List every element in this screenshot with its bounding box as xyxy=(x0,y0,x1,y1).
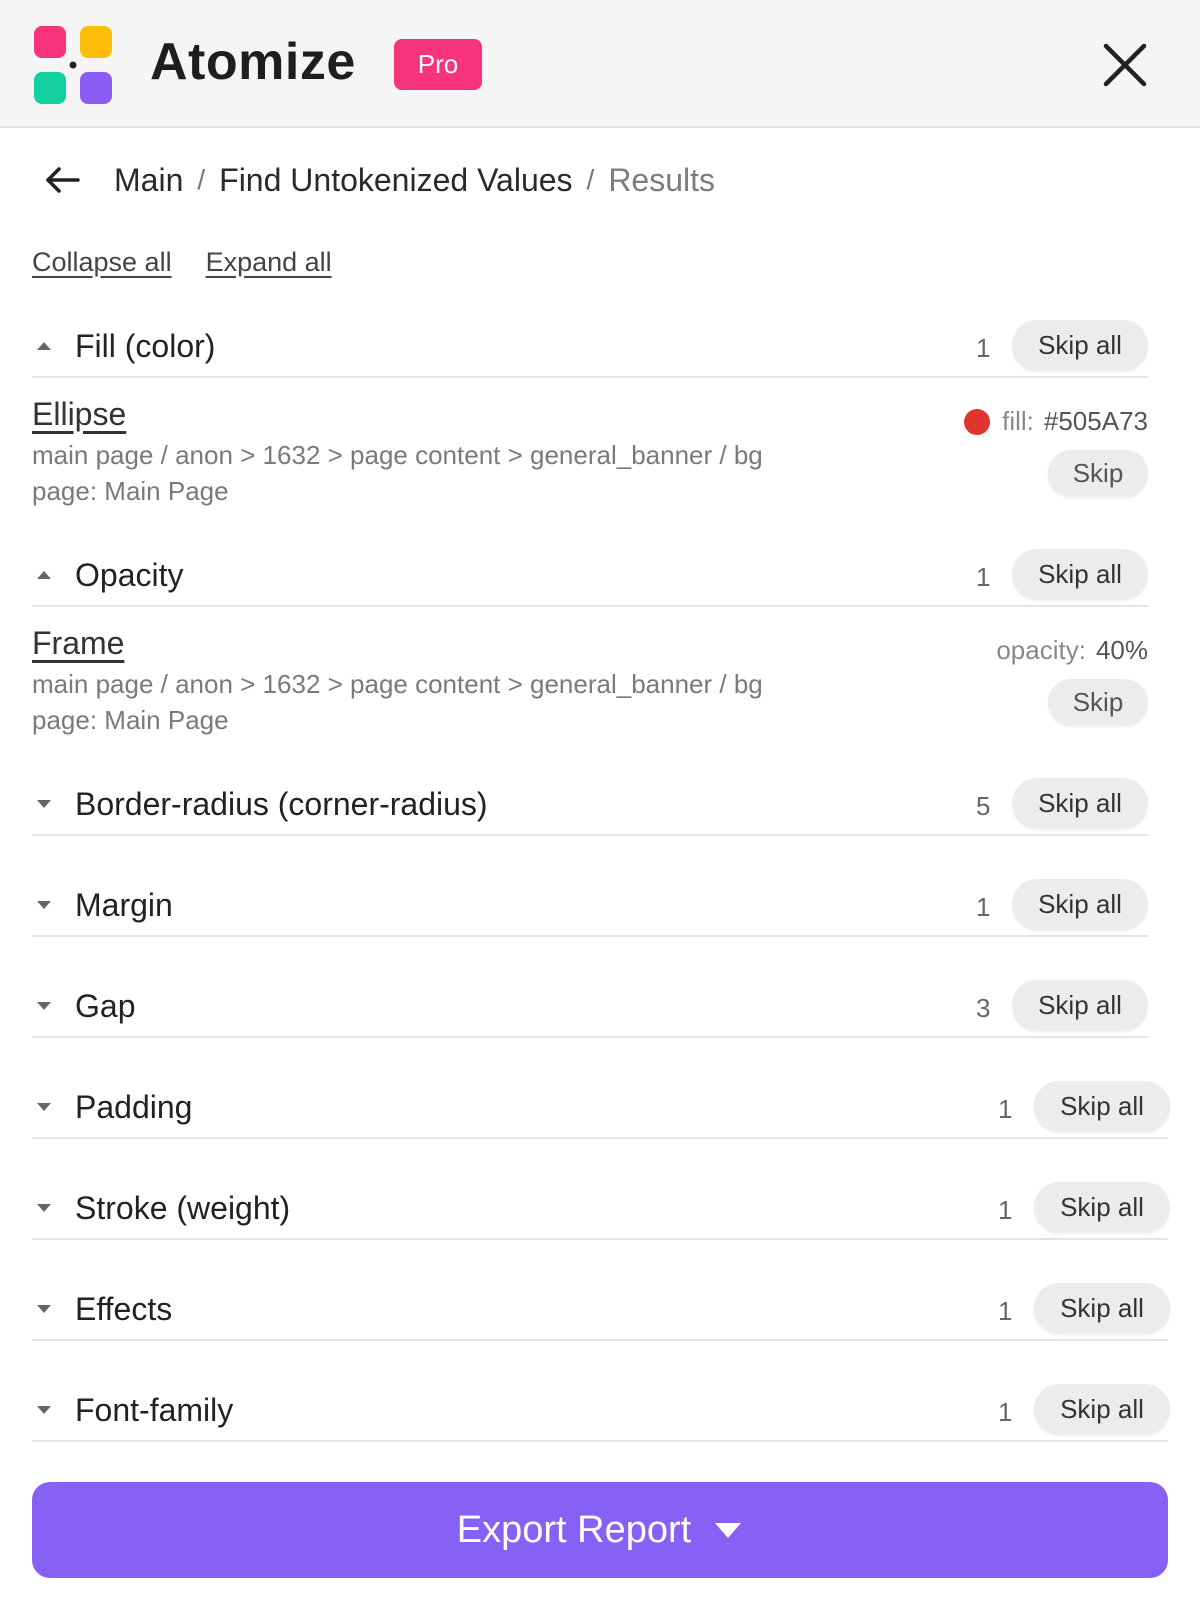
caret-down-icon[interactable] xyxy=(36,1000,52,1012)
section-count: 3 xyxy=(976,993,991,1023)
section-count: 1 xyxy=(998,1397,1013,1427)
section-count: 1 xyxy=(976,892,991,922)
section-title: Border-radius (corner-radius) xyxy=(75,786,488,822)
section-count: 1 xyxy=(976,333,991,363)
caret-up-icon[interactable] xyxy=(36,569,52,581)
item-layer-link[interactable]: Frame xyxy=(32,625,124,662)
caret-down-icon[interactable] xyxy=(36,798,52,810)
section-margin[interactable]: Margin 1 Skip all xyxy=(32,877,1148,937)
section-count: 1 xyxy=(998,1094,1013,1124)
item-page: page: Main Page xyxy=(32,476,229,506)
section-font-family[interactable]: Font-family 1 Skip all xyxy=(32,1382,1170,1442)
color-swatch xyxy=(964,408,991,435)
skip-all-button[interactable]: Skip all xyxy=(1034,1384,1170,1434)
section-stroke-weight[interactable]: Stroke (weight) 1 Skip all xyxy=(32,1180,1170,1240)
skip-all-button[interactable]: Skip all xyxy=(1034,1081,1170,1131)
close-icon[interactable] xyxy=(1100,40,1150,90)
section-title: Padding xyxy=(75,1089,193,1125)
section-count: 1 xyxy=(998,1195,1013,1225)
caret-down-icon[interactable] xyxy=(36,899,52,911)
skip-button[interactable]: Skip xyxy=(1048,450,1148,496)
section-title: Opacity xyxy=(75,557,184,593)
skip-all-button[interactable]: Skip all xyxy=(1012,980,1148,1030)
item-layer-link[interactable]: Ellipse xyxy=(32,396,126,433)
expand-all-link[interactable]: Expand all xyxy=(206,247,332,278)
back-arrow-icon[interactable] xyxy=(44,160,84,200)
section-title: Fill (color) xyxy=(75,328,216,364)
result-item-frame: Frame main page / anon > 1632 > page con… xyxy=(32,625,1148,755)
app-header: Atomize Pro xyxy=(0,0,1200,128)
item-path: main page / anon > 1632 > page content >… xyxy=(32,440,763,470)
export-report-button[interactable]: Export Report xyxy=(32,1482,1168,1578)
item-value: fill: #505A73 xyxy=(964,406,1148,437)
app-title: Atomize xyxy=(150,33,356,91)
item-page: page: Main Page xyxy=(32,705,229,735)
caret-up-icon[interactable] xyxy=(36,340,52,352)
breadcrumb-main[interactable]: Main xyxy=(114,162,183,199)
section-border-radius[interactable]: Border-radius (corner-radius) 5 Skip all xyxy=(32,776,1148,836)
section-title: Font-family xyxy=(75,1392,234,1428)
collapse-all-link[interactable]: Collapse all xyxy=(32,247,172,278)
section-title: Stroke (weight) xyxy=(75,1190,291,1226)
section-count: 1 xyxy=(976,562,991,592)
result-item-ellipse: Ellipse main page / anon > 1632 > page c… xyxy=(32,396,1148,526)
caret-down-icon[interactable] xyxy=(36,1404,52,1416)
section-title: Margin xyxy=(75,887,173,923)
caret-down-icon[interactable] xyxy=(36,1101,52,1113)
breadcrumb-current: Results xyxy=(608,161,716,198)
skip-all-button[interactable]: Skip all xyxy=(1034,1283,1170,1333)
value-text: #505A73 xyxy=(1043,406,1148,436)
atomize-logo-icon xyxy=(34,26,112,104)
section-effects[interactable]: Effects 1 Skip all xyxy=(32,1281,1170,1341)
section-count: 1 xyxy=(998,1296,1013,1326)
breadcrumb-separator: / xyxy=(586,164,595,195)
breadcrumb-find-untokenized[interactable]: Find Untokenized Values xyxy=(219,162,572,199)
value-label: fill: xyxy=(1002,406,1034,436)
pro-badge: Pro xyxy=(394,39,482,90)
section-title: Gap xyxy=(75,988,136,1024)
section-padding[interactable]: Padding 1 Skip all xyxy=(32,1079,1170,1139)
section-title: Effects xyxy=(75,1291,173,1327)
skip-all-button[interactable]: Skip all xyxy=(1012,778,1148,828)
value-text: 40% xyxy=(1095,635,1148,665)
skip-button[interactable]: Skip xyxy=(1048,679,1148,725)
value-label: opacity: xyxy=(996,635,1086,665)
skip-all-button[interactable]: Skip all xyxy=(1034,1182,1170,1232)
item-value: opacity: 40% xyxy=(996,635,1148,666)
section-fill-color[interactable]: Fill (color) 1 Skip all xyxy=(32,318,1148,378)
caret-down-icon[interactable] xyxy=(36,1303,52,1315)
caret-down-icon[interactable] xyxy=(36,1202,52,1214)
section-count: 5 xyxy=(976,791,991,821)
collapse-expand-controls: Collapse all Expand all xyxy=(32,247,332,278)
breadcrumb-separator: / xyxy=(197,164,206,195)
section-gap[interactable]: Gap 3 Skip all xyxy=(32,978,1148,1038)
skip-all-button[interactable]: Skip all xyxy=(1012,879,1148,929)
skip-all-button[interactable]: Skip all xyxy=(1012,549,1148,599)
breadcrumb: Main / Find Untokenized Values / Results xyxy=(44,158,715,202)
item-path: main page / anon > 1632 > page content >… xyxy=(32,669,763,699)
chevron-down-icon xyxy=(715,1523,742,1538)
export-report-label: Export Report xyxy=(456,1508,692,1551)
section-opacity[interactable]: Opacity 1 Skip all xyxy=(32,547,1148,607)
skip-all-button[interactable]: Skip all xyxy=(1012,320,1148,370)
